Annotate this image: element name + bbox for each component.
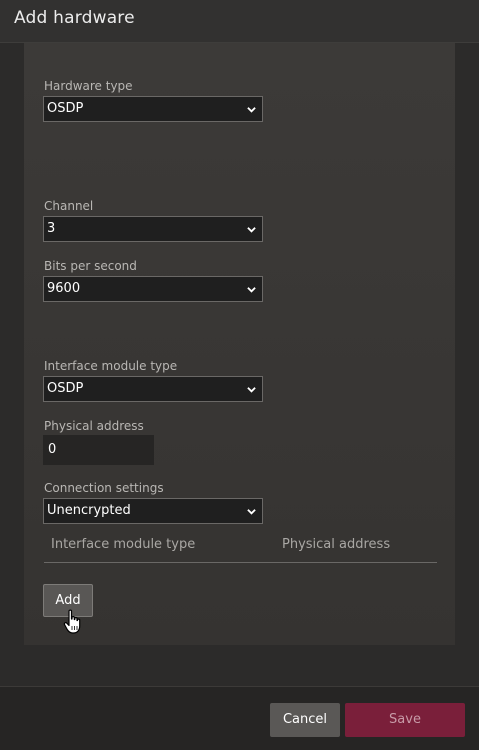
interface-module-type-label: Interface module type bbox=[44, 359, 178, 373]
hardware-type-value: OSDP bbox=[47, 101, 84, 116]
interface-module-type-select[interactable]: OSDP bbox=[43, 376, 263, 402]
save-button[interactable]: Save bbox=[345, 703, 465, 737]
chevron-down-icon bbox=[247, 107, 256, 113]
dialog-titlebar: Add hardware bbox=[0, 0, 479, 43]
hardware-type-select[interactable]: OSDP bbox=[43, 96, 263, 122]
channel-label: Channel bbox=[44, 199, 94, 213]
chevron-down-icon bbox=[247, 387, 256, 393]
cancel-button[interactable]: Cancel bbox=[270, 703, 340, 737]
dialog-title: Add hardware bbox=[14, 8, 135, 28]
physical-address-input[interactable]: 0 bbox=[43, 435, 154, 465]
channel-select[interactable]: 3 bbox=[43, 216, 263, 242]
interface-module-type-value: OSDP bbox=[47, 381, 84, 396]
connection-settings-select[interactable]: Unencrypted bbox=[43, 498, 263, 524]
bits-per-second-label: Bits per second bbox=[44, 259, 137, 273]
form-panel: Hardware type OSDP Channel 3 Bits per se… bbox=[24, 43, 455, 645]
chevron-down-icon bbox=[247, 287, 256, 293]
column-header-interface-module-type[interactable]: Interface module type bbox=[51, 537, 195, 552]
chevron-down-icon bbox=[247, 509, 256, 515]
column-header-physical-address[interactable]: Physical address bbox=[282, 537, 390, 552]
channel-value: 3 bbox=[47, 221, 56, 236]
bits-per-second-select[interactable]: 9600 bbox=[43, 276, 263, 302]
hand-pointer-icon bbox=[63, 609, 81, 634]
table-header-divider bbox=[44, 562, 437, 563]
connection-settings-value: Unencrypted bbox=[47, 503, 131, 518]
hardware-type-label: Hardware type bbox=[44, 79, 133, 93]
physical-address-label: Physical address bbox=[44, 419, 144, 433]
add-hardware-dialog: Add hardware Hardware type OSDP Channel … bbox=[0, 0, 479, 750]
chevron-down-icon bbox=[247, 227, 256, 233]
bits-per-second-value: 9600 bbox=[47, 281, 81, 296]
connection-settings-label: Connection settings bbox=[44, 481, 164, 495]
dialog-footer: Cancel Save bbox=[0, 686, 479, 750]
